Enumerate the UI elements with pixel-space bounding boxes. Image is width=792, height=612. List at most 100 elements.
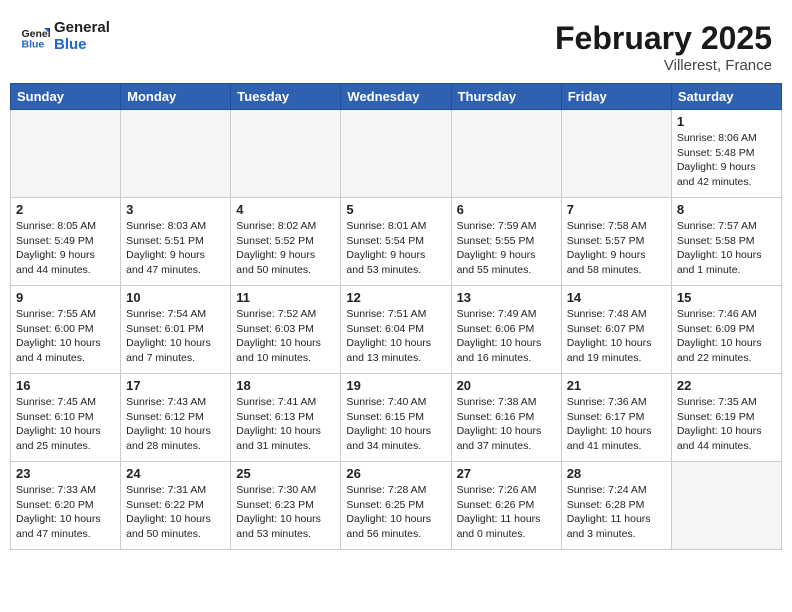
day-number: 22 [677, 378, 776, 393]
week-row-4: 16 Sunrise: 7:45 AM Sunset: 6:10 PM Dayli… [11, 374, 782, 462]
calendar-cell: 27 Sunrise: 7:26 AM Sunset: 6:26 PM Dayli… [451, 462, 561, 550]
calendar-cell: 7 Sunrise: 7:58 AM Sunset: 5:57 PM Daylig… [561, 198, 671, 286]
day-number: 27 [457, 466, 556, 481]
calendar-cell: 23 Sunrise: 7:33 AM Sunset: 6:20 PM Dayli… [11, 462, 121, 550]
day-info: Sunrise: 7:59 AM Sunset: 5:55 PM Dayligh… [457, 219, 556, 278]
calendar-table: SundayMondayTuesdayWednesdayThursdayFrid… [10, 83, 782, 550]
calendar-cell: 19Sunrise: 7:40 AM Sunset: 6:15 PM Dayli… [341, 374, 451, 462]
calendar-cell: 4 Sunrise: 8:02 AM Sunset: 5:52 PM Daylig… [231, 198, 341, 286]
month-year: February 2025 [555, 20, 772, 57]
day-info: Sunrise: 8:05 AM Sunset: 5:49 PM Dayligh… [16, 219, 115, 278]
day-info: Sunrise: 7:54 AM Sunset: 6:01 PM Dayligh… [126, 307, 225, 366]
calendar-cell [451, 110, 561, 198]
day-number: 24 [126, 466, 225, 481]
calendar-cell [671, 462, 781, 550]
day-number: 13 [457, 290, 556, 305]
svg-text:Blue: Blue [22, 38, 45, 50]
day-info: Sunrise: 7:49 AM Sunset: 6:06 PM Dayligh… [457, 307, 556, 366]
day-info: Sunrise: 8:02 AM Sunset: 5:52 PM Dayligh… [236, 219, 335, 278]
day-info: Sunrise: 7:45 AM Sunset: 6:10 PM Dayligh… [16, 395, 115, 454]
calendar-cell: 8Sunrise: 7:57 AM Sunset: 5:58 PM Daylig… [671, 198, 781, 286]
day-number: 2 [16, 202, 115, 217]
day-number: 11 [236, 290, 335, 305]
day-info: Sunrise: 8:06 AM Sunset: 5:48 PM Dayligh… [677, 131, 776, 190]
day-info: Sunrise: 7:52 AM Sunset: 6:03 PM Dayligh… [236, 307, 335, 366]
day-number: 4 [236, 202, 335, 217]
day-number: 25 [236, 466, 335, 481]
day-info: Sunrise: 7:33 AM Sunset: 6:20 PM Dayligh… [16, 483, 115, 542]
day-header-tuesday: Tuesday [231, 84, 341, 110]
calendar-cell: 2 Sunrise: 8:05 AM Sunset: 5:49 PM Daylig… [11, 198, 121, 286]
day-header-thursday: Thursday [451, 84, 561, 110]
day-header-saturday: Saturday [671, 84, 781, 110]
calendar-cell [121, 110, 231, 198]
day-number: 26 [346, 466, 445, 481]
calendar-cell: 11 Sunrise: 7:52 AM Sunset: 6:03 PM Dayli… [231, 286, 341, 374]
day-info: Sunrise: 7:46 AM Sunset: 6:09 PM Dayligh… [677, 307, 776, 366]
calendar-cell: 3 Sunrise: 8:03 AM Sunset: 5:51 PM Daylig… [121, 198, 231, 286]
day-number: 12 [346, 290, 445, 305]
calendar-cell: 6Sunrise: 7:59 AM Sunset: 5:55 PM Daylig… [451, 198, 561, 286]
day-number: 23 [16, 466, 115, 481]
calendar-cell: 15Sunrise: 7:46 AM Sunset: 6:09 PM Dayli… [671, 286, 781, 374]
day-info: Sunrise: 8:03 AM Sunset: 5:51 PM Dayligh… [126, 219, 225, 278]
day-info: Sunrise: 8:01 AM Sunset: 5:54 PM Dayligh… [346, 219, 445, 278]
calendar-cell: 10 Sunrise: 7:54 AM Sunset: 6:01 PM Dayli… [121, 286, 231, 374]
calendar-cell: 18 Sunrise: 7:41 AM Sunset: 6:13 PM Dayli… [231, 374, 341, 462]
calendar-cell [341, 110, 451, 198]
calendar-cell: 13 Sunrise: 7:49 AM Sunset: 6:06 PM Dayli… [451, 286, 561, 374]
day-number: 17 [126, 378, 225, 393]
day-info: Sunrise: 7:43 AM Sunset: 6:12 PM Dayligh… [126, 395, 225, 454]
day-number: 28 [567, 466, 666, 481]
calendar-cell: 9 Sunrise: 7:55 AM Sunset: 6:00 PM Daylig… [11, 286, 121, 374]
day-info: Sunrise: 7:55 AM Sunset: 6:00 PM Dayligh… [16, 307, 115, 366]
calendar-cell: 26 Sunrise: 7:28 AM Sunset: 6:25 PM Dayli… [341, 462, 451, 550]
day-info: Sunrise: 7:26 AM Sunset: 6:26 PM Dayligh… [457, 483, 556, 542]
day-number: 7 [567, 202, 666, 217]
calendar-cell: 17 Sunrise: 7:43 AM Sunset: 6:12 PM Dayli… [121, 374, 231, 462]
day-number: 18 [236, 378, 335, 393]
day-number: 1 [677, 114, 776, 129]
title-block: February 2025 Villerest, France [555, 20, 772, 74]
calendar-cell: 1 Sunrise: 8:06 AM Sunset: 5:48 PM Daylig… [671, 110, 781, 198]
day-info: Sunrise: 7:30 AM Sunset: 6:23 PM Dayligh… [236, 483, 335, 542]
week-row-3: 9 Sunrise: 7:55 AM Sunset: 6:00 PM Daylig… [11, 286, 782, 374]
day-header-wednesday: Wednesday [341, 84, 451, 110]
calendar-header-row: SundayMondayTuesdayWednesdayThursdayFrid… [11, 84, 782, 110]
day-number: 10 [126, 290, 225, 305]
calendar-cell: 22 Sunrise: 7:35 AM Sunset: 6:19 PM Dayli… [671, 374, 781, 462]
day-number: 19 [346, 378, 445, 393]
logo-line2: Blue [54, 37, 110, 54]
day-info: Sunrise: 7:48 AM Sunset: 6:07 PM Dayligh… [567, 307, 666, 366]
day-number: 16 [16, 378, 115, 393]
day-number: 5 [346, 202, 445, 217]
day-info: Sunrise: 7:41 AM Sunset: 6:13 PM Dayligh… [236, 395, 335, 454]
day-header-sunday: Sunday [11, 84, 121, 110]
week-row-1: 1 Sunrise: 8:06 AM Sunset: 5:48 PM Daylig… [11, 110, 782, 198]
page-header: General Blue General Blue February 2025 … [10, 10, 782, 79]
logo: General Blue General Blue [20, 20, 110, 53]
calendar-cell: 24 Sunrise: 7:31 AM Sunset: 6:22 PM Dayli… [121, 462, 231, 550]
calendar-cell [231, 110, 341, 198]
day-info: Sunrise: 7:38 AM Sunset: 6:16 PM Dayligh… [457, 395, 556, 454]
week-row-2: 2 Sunrise: 8:05 AM Sunset: 5:49 PM Daylig… [11, 198, 782, 286]
day-number: 14 [567, 290, 666, 305]
calendar-cell: 25 Sunrise: 7:30 AM Sunset: 6:23 PM Dayli… [231, 462, 341, 550]
day-number: 3 [126, 202, 225, 217]
day-header-monday: Monday [121, 84, 231, 110]
day-number: 9 [16, 290, 115, 305]
week-row-5: 23 Sunrise: 7:33 AM Sunset: 6:20 PM Dayli… [11, 462, 782, 550]
calendar-cell: 21Sunrise: 7:36 AM Sunset: 6:17 PM Dayli… [561, 374, 671, 462]
location: Villerest, France [555, 57, 772, 74]
day-info: Sunrise: 7:51 AM Sunset: 6:04 PM Dayligh… [346, 307, 445, 366]
day-info: Sunrise: 7:28 AM Sunset: 6:25 PM Dayligh… [346, 483, 445, 542]
calendar-cell: 5 Sunrise: 8:01 AM Sunset: 5:54 PM Daylig… [341, 198, 451, 286]
day-info: Sunrise: 7:31 AM Sunset: 6:22 PM Dayligh… [126, 483, 225, 542]
calendar-cell: 14 Sunrise: 7:48 AM Sunset: 6:07 PM Dayli… [561, 286, 671, 374]
calendar-cell [561, 110, 671, 198]
day-info: Sunrise: 7:58 AM Sunset: 5:57 PM Dayligh… [567, 219, 666, 278]
day-info: Sunrise: 7:35 AM Sunset: 6:19 PM Dayligh… [677, 395, 776, 454]
logo-line1: General [54, 20, 110, 37]
day-info: Sunrise: 7:36 AM Sunset: 6:17 PM Dayligh… [567, 395, 666, 454]
calendar-cell [11, 110, 121, 198]
